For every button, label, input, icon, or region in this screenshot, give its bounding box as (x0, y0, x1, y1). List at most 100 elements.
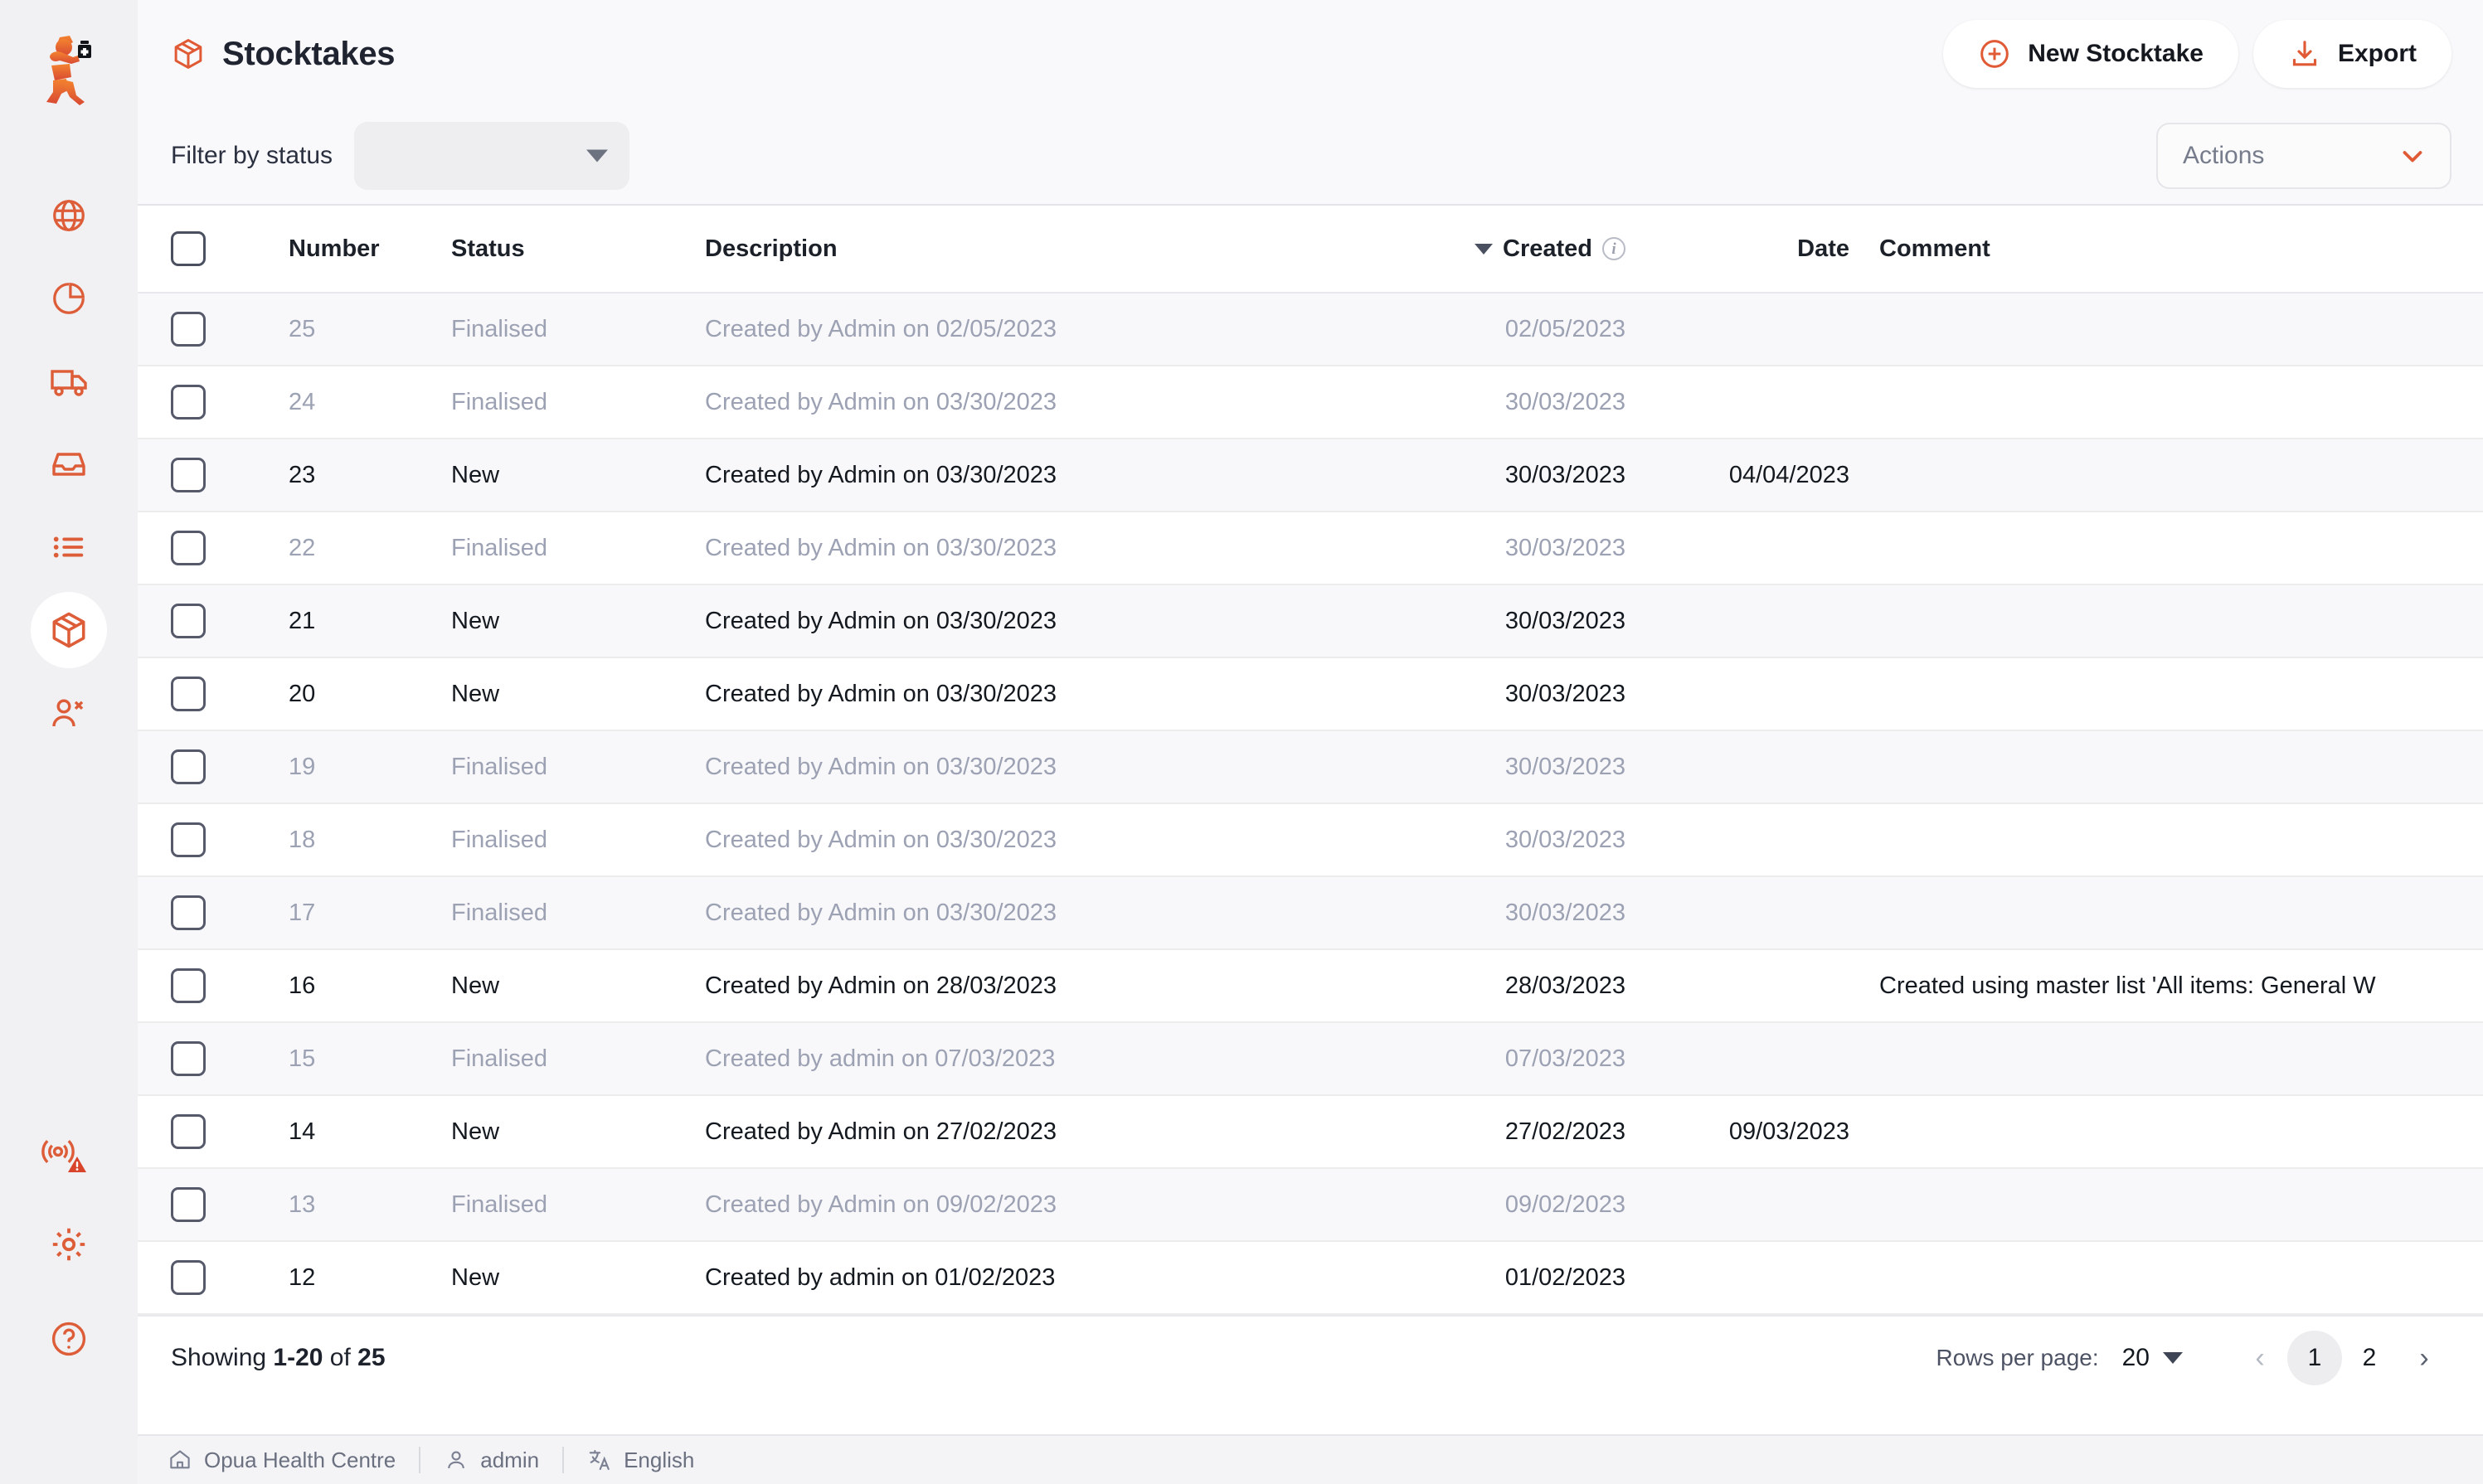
export-button[interactable]: Export (2252, 20, 2451, 88)
column-header-date[interactable]: Date (1625, 235, 1849, 263)
row-checkbox[interactable] (171, 895, 206, 930)
cell-number: 12 (289, 1263, 316, 1291)
column-header-comment[interactable]: Comment (1849, 235, 2483, 263)
person-icon (444, 1448, 469, 1472)
new-stocktake-button[interactable]: New Stocktake (1943, 20, 2238, 88)
row-checkbox[interactable] (171, 968, 206, 1003)
gear-icon (52, 1228, 85, 1261)
globe-icon (53, 200, 85, 231)
table-row[interactable]: 13 Finalised Created by Admin on 09/02/202… (138, 1169, 2483, 1242)
sidebar-item-settings[interactable] (29, 1197, 109, 1292)
row-checkbox[interactable] (171, 458, 206, 492)
row-checkbox[interactable] (171, 749, 206, 784)
row-checkbox[interactable] (171, 604, 206, 638)
table-row[interactable]: 18 Finalised Created by Admin on 03/30/202… (138, 804, 2483, 877)
table-footer: Showing 1-20 of 25 Rows per page: 20 ‹ 1… (138, 1315, 2483, 1399)
home-icon (168, 1448, 192, 1472)
cell-description: Created by Admin on 09/02/2023 (705, 1191, 1057, 1218)
rows-per-page-chevron-down-icon[interactable] (2163, 1352, 2183, 1364)
row-select-cell (171, 604, 289, 638)
sidebar-item-distribution[interactable] (29, 340, 109, 423)
row-select-cell (171, 385, 289, 419)
select-all-checkbox[interactable] (171, 231, 206, 266)
status-filter-select[interactable] (354, 122, 630, 190)
table-row[interactable]: 14 New Created by Admin on 27/02/2023 27/02… (138, 1096, 2483, 1169)
row-checkbox[interactable] (171, 1187, 206, 1222)
app-logo[interactable] (38, 30, 100, 109)
cell-description: Created by Admin on 27/02/2023 (705, 1118, 1057, 1145)
inbound-tray-icon (52, 453, 85, 476)
column-header-status[interactable]: Status (451, 235, 705, 263)
column-header-created[interactable]: Created i (1385, 235, 1625, 263)
cell-number: 20 (289, 680, 316, 707)
table-row[interactable]: 15 Finalised Created by admin on 07/03/202… (138, 1023, 2483, 1096)
cell-number: 19 (289, 753, 316, 780)
sidebar-item-help[interactable] (29, 1292, 109, 1386)
row-select-cell (171, 1041, 289, 1076)
sidebar-item-patients[interactable] (29, 672, 109, 754)
table-row[interactable]: 17 Finalised Created by Admin on 03/30/202… (138, 877, 2483, 950)
cell-created: 30/03/2023 (1504, 461, 1625, 488)
rows-per-page-value[interactable]: 20 (2122, 1344, 2150, 1372)
table-row[interactable]: 20 New Created by Admin on 03/30/2023 30/03… (138, 658, 2483, 731)
status-bar: Opua Health Centre admin English (138, 1434, 2483, 1484)
top-bar: Stocktakes New Stocktake Export (138, 0, 2483, 108)
table-row[interactable]: 24 Finalised Created by Admin on 03/30/202… (138, 366, 2483, 439)
app-root: Stocktakes New Stocktake Export Filter b… (0, 0, 2483, 1484)
row-checkbox[interactable] (171, 822, 206, 857)
column-header-number[interactable]: Number (289, 235, 451, 263)
sidebar-item-stocktakes[interactable] (29, 589, 109, 672)
status-bar-user[interactable]: admin (444, 1448, 562, 1473)
row-select-cell (171, 895, 289, 930)
main-content: Stocktakes New Stocktake Export Filter b… (138, 0, 2483, 1484)
row-checkbox[interactable] (171, 677, 206, 711)
row-checkbox[interactable] (171, 1260, 206, 1295)
row-select-cell (171, 1260, 289, 1295)
sidebar-item-requisitions[interactable] (29, 506, 109, 589)
row-select-cell (171, 968, 289, 1003)
cell-description: Created by Admin on 03/30/2023 (705, 680, 1057, 707)
cell-description: Created by Admin on 03/30/2023 (705, 607, 1057, 634)
row-select-cell (171, 1187, 289, 1222)
cell-number: 23 (289, 461, 316, 488)
status-bar-divider (419, 1447, 421, 1473)
status-bar-language[interactable]: English (587, 1448, 717, 1473)
table-row[interactable]: 21 New Created by Admin on 03/30/2023 30/03… (138, 585, 2483, 658)
table-row[interactable]: 25 Finalised Created by Admin on 02/05/202… (138, 293, 2483, 366)
sidebar-bottom-nav (29, 1103, 109, 1386)
actions-dropdown-label: Actions (2183, 142, 2265, 169)
row-checkbox[interactable] (171, 1114, 206, 1149)
table-row[interactable]: 19 Finalised Created by Admin on 03/30/202… (138, 731, 2483, 804)
table-row[interactable]: 22 Finalised Created by Admin on 03/30/202… (138, 512, 2483, 585)
table-row[interactable]: 16 New Created by Admin on 28/03/2023 28/03… (138, 950, 2483, 1023)
status-bar-store[interactable]: Opua Health Centre (168, 1448, 419, 1473)
cell-status: New (451, 680, 500, 707)
row-select-cell (171, 749, 289, 784)
rows-per-page-label: Rows per page: (1936, 1345, 2099, 1370)
actions-dropdown[interactable]: Actions (2156, 123, 2451, 189)
cell-status: New (451, 1263, 500, 1291)
cell-status: Finalised (451, 534, 548, 561)
cell-created: 30/03/2023 (1504, 753, 1625, 780)
sidebar-item-inbound[interactable] (29, 423, 109, 506)
column-header-description[interactable]: Description (705, 235, 1385, 263)
table-row[interactable]: 23 New Created by Admin on 03/30/2023 30/03… (138, 439, 2483, 512)
info-icon[interactable]: i (1602, 237, 1625, 260)
cell-status: New (451, 607, 500, 634)
table-row[interactable]: 12 New Created by admin on 01/02/2023 01/02… (138, 1242, 2483, 1315)
row-checkbox[interactable] (171, 312, 206, 347)
sidebar (0, 0, 138, 1484)
page-button-2[interactable]: 2 (2342, 1331, 2397, 1385)
sidebar-item-reports[interactable] (29, 257, 109, 340)
sidebar-item-globe[interactable] (29, 174, 109, 257)
row-checkbox[interactable] (171, 1041, 206, 1076)
row-checkbox[interactable] (171, 385, 206, 419)
next-page-button[interactable]: › (2397, 1331, 2451, 1385)
row-checkbox[interactable] (171, 531, 206, 565)
filter-by-status-label: Filter by status (171, 142, 333, 169)
page-button-1[interactable]: 1 (2287, 1331, 2342, 1385)
pie-chart-icon (53, 283, 85, 314)
top-bar-actions: New Stocktake Export (1943, 20, 2451, 88)
sidebar-item-cold-chain[interactable] (29, 1103, 109, 1197)
prev-page-button[interactable]: ‹ (2233, 1331, 2287, 1385)
